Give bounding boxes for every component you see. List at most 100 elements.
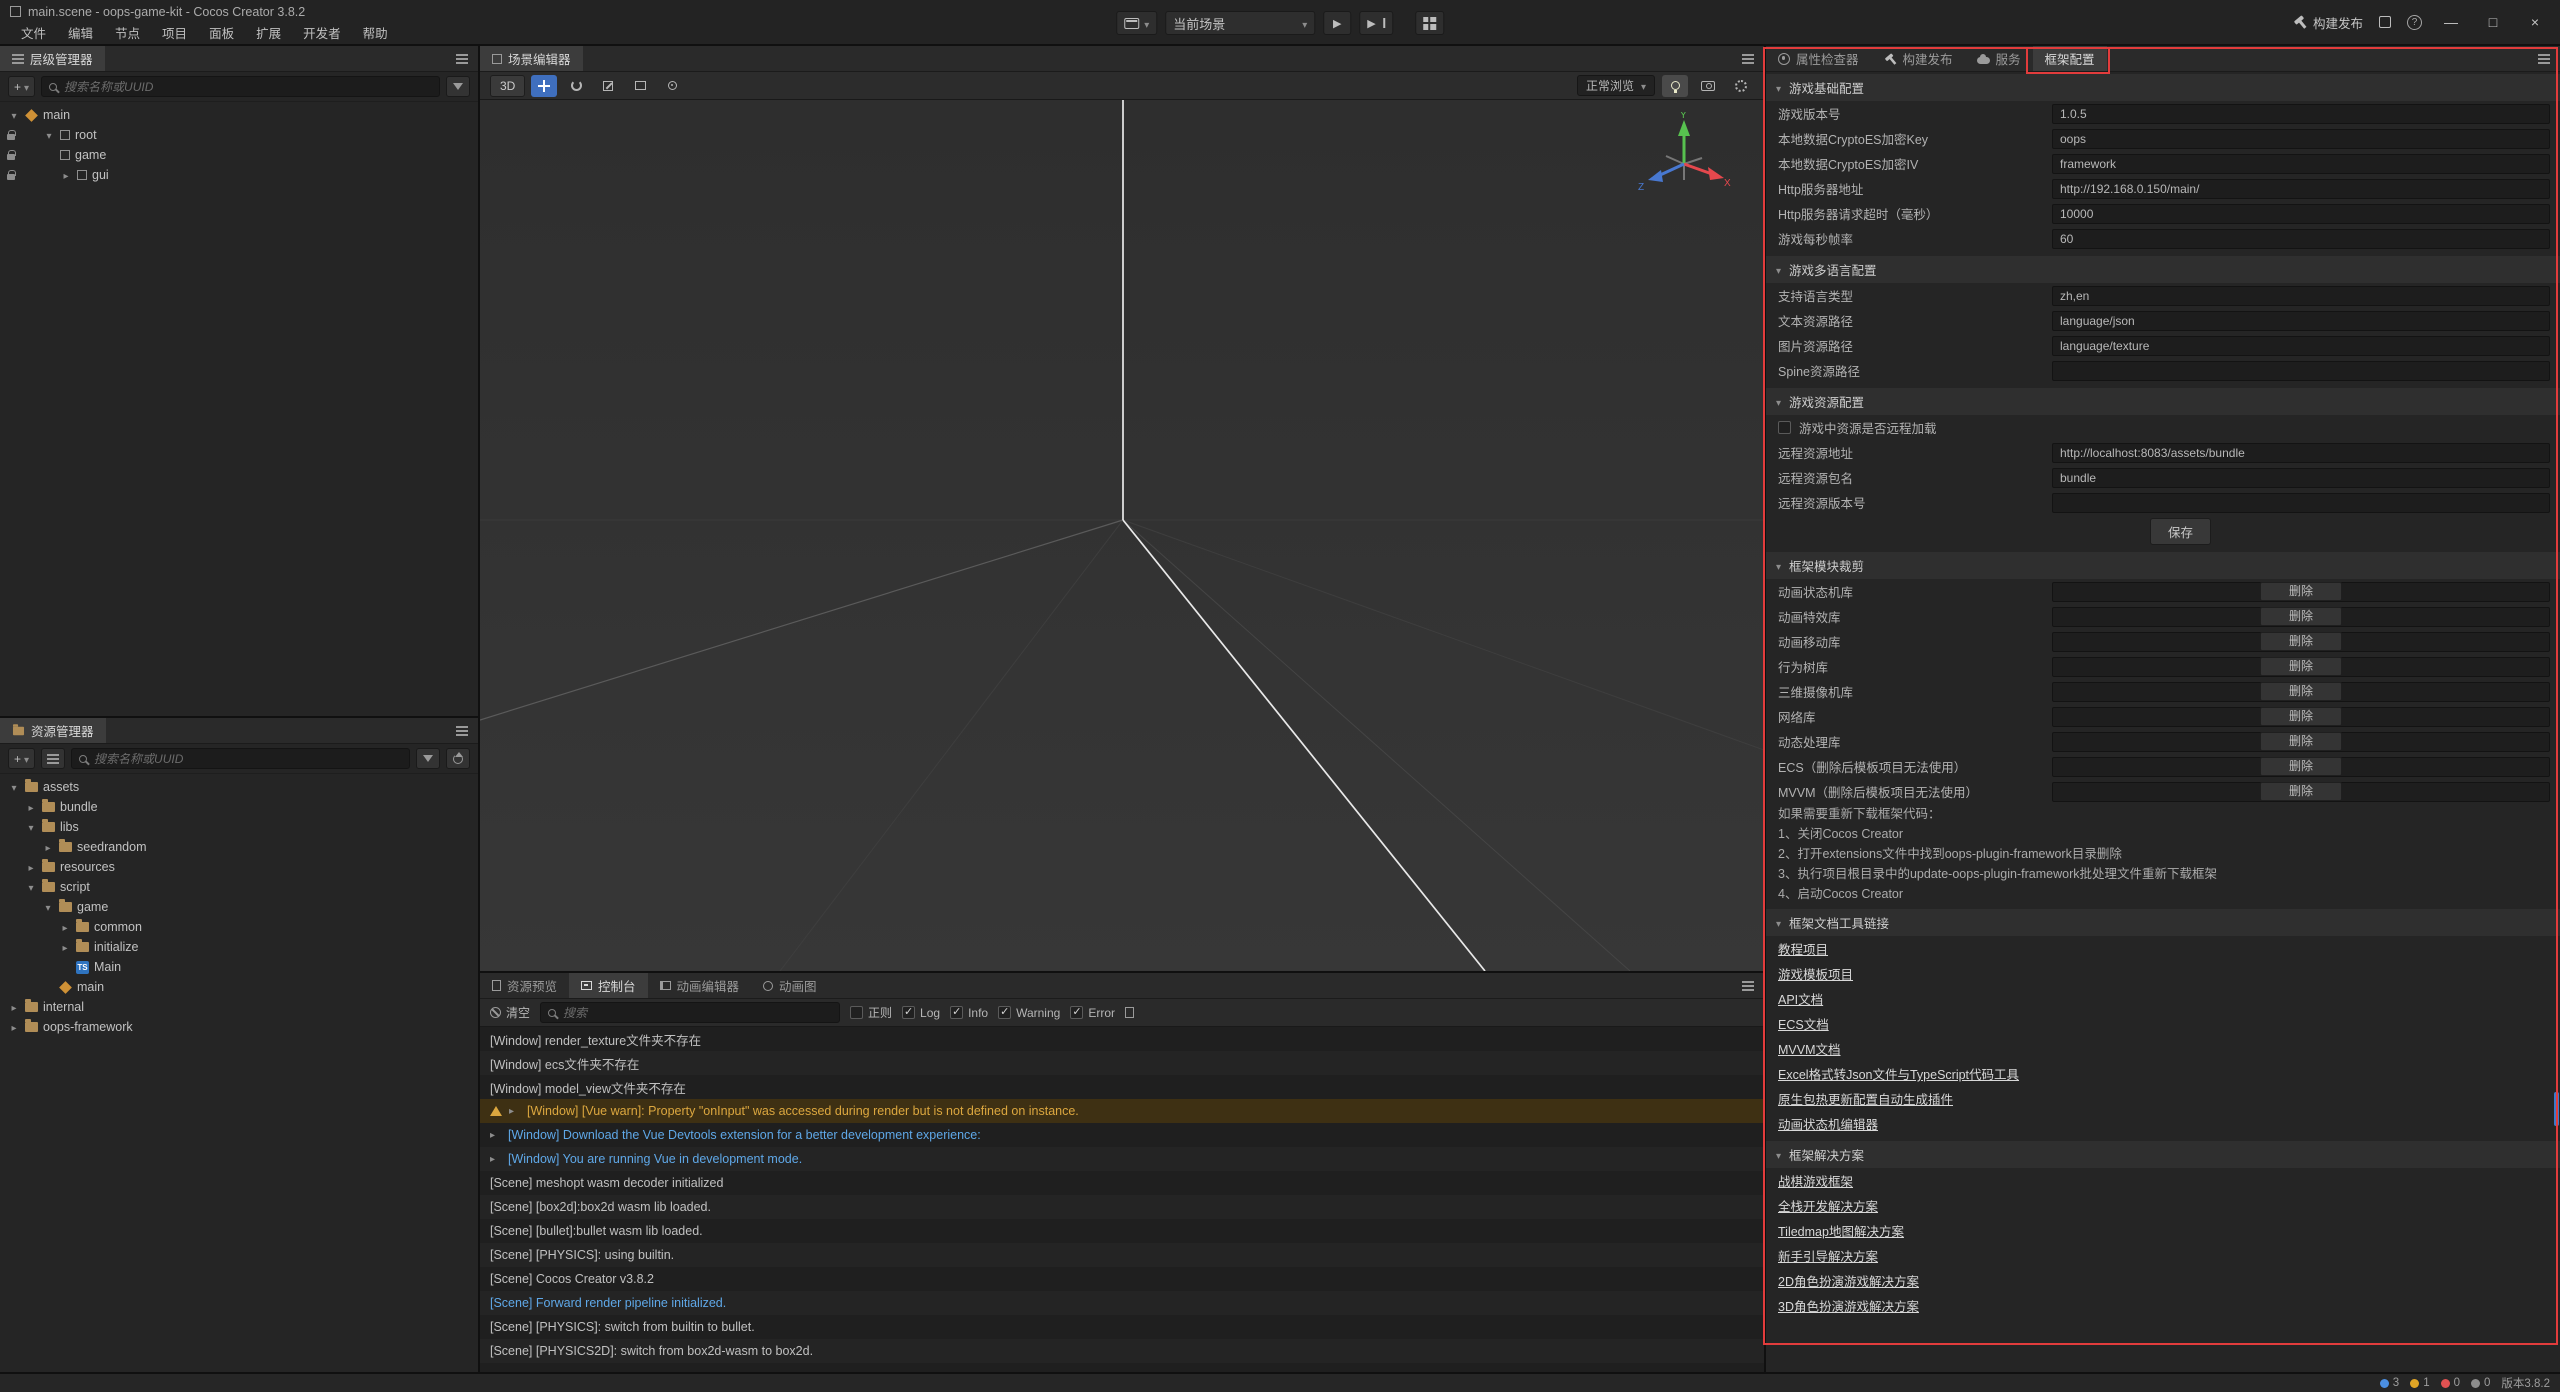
section-header-language[interactable]: 游戏多语言配置 bbox=[1766, 256, 2560, 283]
log-row-warning[interactable]: [Window] [Vue warn]: Property "onInput" … bbox=[480, 1099, 1764, 1123]
rect-tool-button[interactable] bbox=[627, 75, 653, 97]
delete-module-button[interactable]: 删除 bbox=[2260, 757, 2342, 776]
console-export-icon[interactable] bbox=[1125, 1007, 1134, 1018]
checkbox[interactable] bbox=[1778, 421, 1791, 434]
tree-row[interactable]: internal bbox=[0, 997, 478, 1017]
console-clear-button[interactable]: 清空 bbox=[490, 1004, 530, 1021]
tab-assets[interactable]: 资源管理器 bbox=[0, 718, 106, 743]
delete-module-button[interactable]: 删除 bbox=[2260, 782, 2342, 801]
tree-row[interactable]: initialize bbox=[0, 937, 478, 957]
save-button[interactable]: 保存 bbox=[2150, 518, 2211, 545]
menu-help[interactable]: 帮助 bbox=[352, 21, 399, 44]
caret-icon[interactable] bbox=[8, 780, 20, 794]
doc-link[interactable]: ECS文档 bbox=[1778, 1014, 1829, 1033]
log-row-info[interactable]: [Scene] Forward render pipeline initiali… bbox=[480, 1291, 1764, 1315]
delete-module-button[interactable]: 删除 bbox=[2260, 632, 2342, 651]
tab-service[interactable]: 服务 bbox=[1965, 46, 2033, 71]
minimize-button[interactable]: — bbox=[2438, 14, 2464, 30]
caret-icon[interactable] bbox=[43, 128, 55, 142]
menu-edit[interactable]: 编辑 bbox=[57, 21, 104, 44]
field-input[interactable] bbox=[2052, 229, 2550, 249]
expand-caret-icon[interactable] bbox=[509, 1106, 520, 1117]
play-button[interactable]: ▶ bbox=[1323, 11, 1351, 35]
field-input[interactable] bbox=[2052, 443, 2550, 463]
layout-button[interactable] bbox=[1415, 11, 1444, 35]
menu-file[interactable]: 文件 bbox=[10, 21, 57, 44]
field-input[interactable] bbox=[2052, 129, 2550, 149]
solution-link[interactable]: Tiledmap地图解决方案 bbox=[1778, 1221, 1904, 1240]
log-row[interactable]: [Window] render_texture文件夹不存在 bbox=[480, 1027, 1764, 1051]
filter-log[interactable]: Log bbox=[902, 1006, 940, 1020]
log-row[interactable]: [Scene] [PHYSICS]: switch from builtin t… bbox=[480, 1315, 1764, 1339]
checkbox[interactable] bbox=[850, 1006, 863, 1019]
console-menu-button[interactable] bbox=[1732, 973, 1764, 998]
filter-warning[interactable]: Warning bbox=[998, 1006, 1060, 1020]
caret-icon[interactable] bbox=[8, 108, 20, 122]
delete-module-button[interactable]: 删除 bbox=[2260, 657, 2342, 676]
scale-tool-button[interactable] bbox=[595, 75, 621, 97]
delete-module-button[interactable]: 删除 bbox=[2260, 732, 2342, 751]
tab-console[interactable]: 控制台 bbox=[569, 973, 648, 998]
tab-property-inspector[interactable]: 属性检查器 bbox=[1766, 46, 1871, 71]
assets-filter-button[interactable] bbox=[416, 748, 440, 769]
error-count-badge[interactable]: 0 bbox=[2441, 1377, 2460, 1389]
create-asset-button[interactable]: + bbox=[8, 748, 35, 769]
log-row[interactable]: [Scene] [box2d]:box2d wasm lib loaded. bbox=[480, 1195, 1764, 1219]
tree-row[interactable]: gui bbox=[0, 165, 478, 185]
field-input[interactable] bbox=[2052, 311, 2550, 331]
caret-icon[interactable] bbox=[42, 840, 54, 854]
view-mode-dropdown[interactable]: 正常浏览 bbox=[1577, 75, 1655, 96]
field-input[interactable] bbox=[2052, 468, 2550, 488]
log-row-info[interactable]: [Window] You are running Vue in developm… bbox=[480, 1147, 1764, 1171]
tree-row[interactable]: main bbox=[0, 977, 478, 997]
tree-row[interactable]: root bbox=[0, 125, 478, 145]
tree-row[interactable]: common bbox=[0, 917, 478, 937]
lock-icon[interactable] bbox=[7, 154, 15, 160]
scene-menu-button[interactable] bbox=[1732, 46, 1764, 71]
build-publish-button[interactable]: 构建发布 bbox=[2293, 13, 2363, 32]
create-node-button[interactable]: + bbox=[8, 76, 35, 97]
field-input[interactable] bbox=[2052, 336, 2550, 356]
scene-light-button[interactable] bbox=[1662, 75, 1688, 97]
package-icon[interactable] bbox=[2379, 16, 2391, 28]
pivot-tool-button[interactable] bbox=[659, 75, 685, 97]
scene-camera-button[interactable] bbox=[1695, 75, 1721, 97]
expand-caret-icon[interactable] bbox=[490, 1154, 501, 1165]
assets-refresh-button[interactable] bbox=[446, 748, 470, 769]
tab-hierarchy[interactable]: 层级管理器 bbox=[0, 46, 105, 71]
field-input[interactable] bbox=[2052, 154, 2550, 174]
caret-icon[interactable] bbox=[59, 920, 71, 934]
caret-icon[interactable] bbox=[60, 168, 72, 182]
caret-icon[interactable] bbox=[59, 940, 71, 954]
delete-module-button[interactable]: 删除 bbox=[2260, 607, 2342, 626]
section-header-basic[interactable]: 游戏基础配置 bbox=[1766, 74, 2560, 101]
menu-project[interactable]: 项目 bbox=[151, 21, 198, 44]
delete-module-button[interactable]: 删除 bbox=[2260, 582, 2342, 601]
inspector-scrollbar[interactable] bbox=[2554, 1092, 2559, 1126]
console-search-input[interactable] bbox=[563, 1006, 832, 1020]
log-row[interactable]: [Scene] Cocos Creator v3.8.2 bbox=[480, 1267, 1764, 1291]
solution-link[interactable]: 3D角色扮演游戏解决方案 bbox=[1778, 1296, 1919, 1315]
tab-asset-preview[interactable]: 资源预览 bbox=[480, 973, 569, 998]
doc-link[interactable]: 动画状态机编辑器 bbox=[1778, 1114, 1878, 1133]
menu-panel[interactable]: 面板 bbox=[198, 21, 245, 44]
tree-row[interactable]: bundle bbox=[0, 797, 478, 817]
field-input[interactable] bbox=[2052, 286, 2550, 306]
tree-row[interactable]: game bbox=[0, 145, 478, 165]
tree-row[interactable]: TSMain bbox=[0, 957, 478, 977]
assets-menu-button[interactable] bbox=[446, 718, 478, 743]
field-input[interactable] bbox=[2052, 361, 2550, 381]
doc-link[interactable]: Excel格式转Json文件与TypeScript代码工具 bbox=[1778, 1064, 2019, 1083]
delete-module-button[interactable]: 删除 bbox=[2260, 707, 2342, 726]
field-input[interactable] bbox=[2052, 104, 2550, 124]
caret-icon[interactable] bbox=[25, 860, 37, 874]
delete-module-button[interactable]: 删除 bbox=[2260, 682, 2342, 701]
log-row[interactable]: [Scene] [PHYSICS2D]: switch from box2d-w… bbox=[480, 1339, 1764, 1363]
log-row[interactable]: [Window] model_view文件夹不存在 bbox=[480, 1075, 1764, 1099]
tab-scene-editor[interactable]: 场景编辑器 bbox=[480, 46, 583, 71]
filter-error[interactable]: Error bbox=[1070, 1006, 1115, 1020]
inspector-menu-button[interactable] bbox=[2528, 46, 2560, 71]
caret-icon[interactable] bbox=[25, 880, 37, 894]
menu-node[interactable]: 节点 bbox=[104, 21, 151, 44]
tree-row[interactable]: main bbox=[0, 105, 478, 125]
